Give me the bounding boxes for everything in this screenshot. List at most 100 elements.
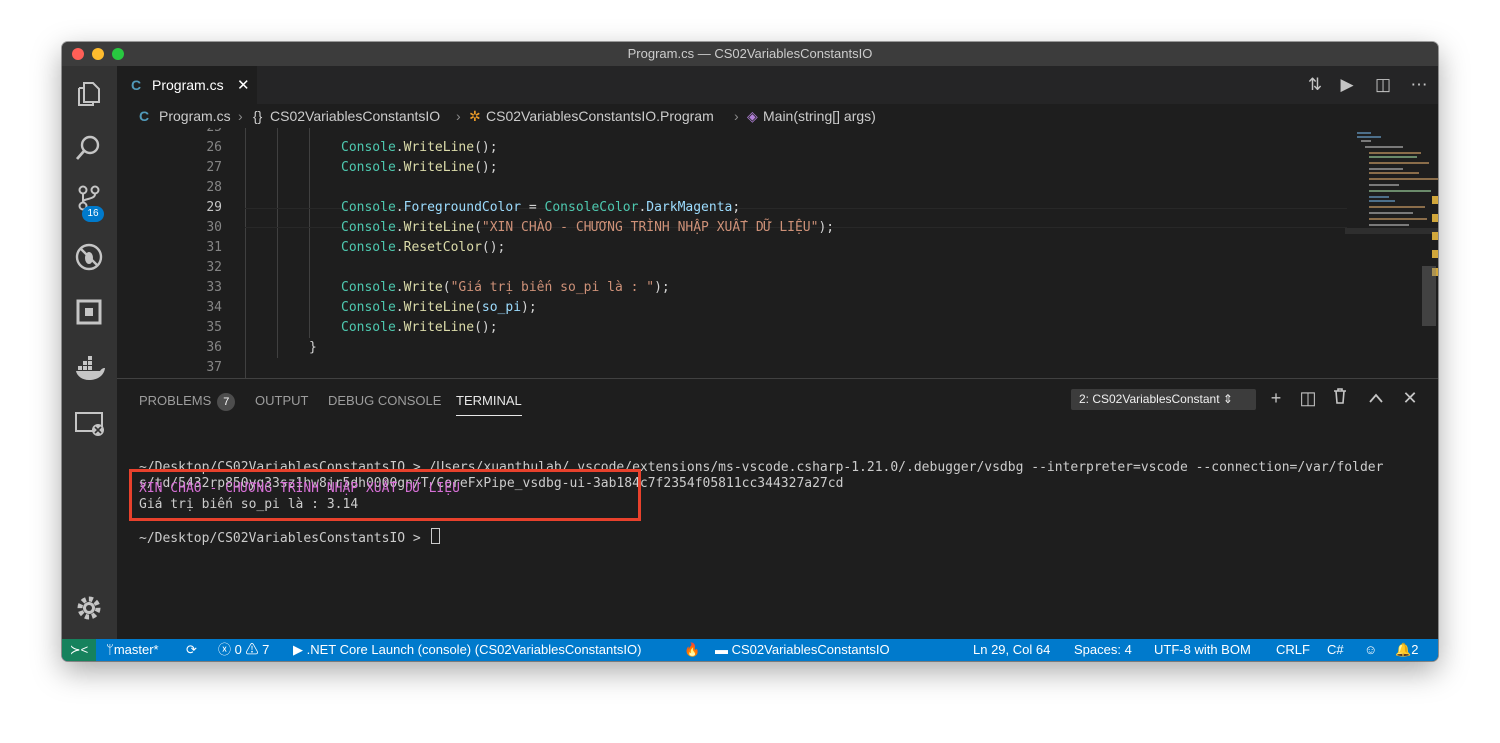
namespace-icon: {} [253,108,263,124]
more-actions-icon[interactable]: ⋯ [1408,75,1430,95]
line-number: 33 [206,280,222,295]
tab-close-icon[interactable]: ✕ [237,76,250,94]
feedback-smiley-icon[interactable]: ☺ [1364,639,1377,661]
status-bar: ≻< ᛘmaster* ⟳ ⓧ 0 ⚠ 7 ▶ .NET Core Launch… [62,639,1438,661]
code-token: . [395,320,404,335]
search-icon[interactable] [74,134,104,164]
code-token: ); [521,300,537,315]
code-line[interactable]: 28 [117,178,1347,198]
code-text: Console.ForegroundColor = ConsoleColor.D… [341,198,740,218]
docker-icon[interactable] [74,354,105,384]
close-panel-icon[interactable]: ✕ [1399,388,1421,409]
code-text: Console.WriteLine("XIN CHÀO - CHƯƠNG TRÌ… [341,218,834,238]
encoding[interactable]: UTF-8 with BOM [1154,639,1251,661]
code-token: Console [341,300,396,315]
tab-program-cs[interactable]: C Program.cs ✕ [117,66,257,104]
code-line[interactable]: 30 Console.WriteLine("XIN CHÀO - CHƯƠNG T… [117,218,1347,238]
code-token: Console [341,280,396,295]
code-token: so_pi [481,300,522,315]
extensions-icon[interactable] [74,298,104,328]
zoom-window-button[interactable] [112,48,124,60]
tab-output[interactable]: OUTPUT [255,393,308,408]
language-mode[interactable]: C# [1327,639,1344,661]
code-line[interactable]: 34 Console.WriteLine(so_pi); [117,298,1347,318]
minimize-window-button[interactable] [92,48,104,60]
breadcrumb-namespace[interactable]: CS02VariablesConstantsIO [270,104,440,128]
code-line[interactable]: 31 Console.ResetColor(); [117,238,1347,258]
tab-debug-console[interactable]: DEBUG CONSOLE [328,393,441,408]
project-folder[interactable]: ▬ CS02VariablesConstantsIO [715,639,890,661]
code-line[interactable]: 25 [117,128,1347,138]
tab-problems[interactable]: PROBLEMS 7 [139,393,236,411]
new-terminal-icon[interactable]: + [1265,388,1287,409]
sync-icon[interactable]: ⟳ [186,639,197,661]
title-bar: Program.cs — CS02VariablesConstantsIO [62,42,1438,66]
close-window-button[interactable] [72,48,84,60]
error-icon: ⓧ [218,642,232,657]
editor-area: C Program.cs ✕ ⇅ ▶ ◫ ⋯ C Program.cs › {}… [117,66,1438,378]
window-title: Program.cs — CS02VariablesConstantsIO [627,46,873,61]
breadcrumb-method[interactable]: Main(string[] args) [763,104,876,128]
editor-scrollbar[interactable] [1422,266,1436,326]
debug-icon[interactable] [74,242,104,272]
code-line[interactable]: 35 Console.WriteLine(); [117,318,1347,338]
git-branch-icon: ᛘ [106,642,114,657]
branch-item[interactable]: ᛘmaster* [106,639,159,661]
breadcrumb-class[interactable]: CS02VariablesConstantsIO.Program [486,104,714,128]
split-editor-icon[interactable]: ◫ [1372,75,1394,95]
code-token: ; [732,200,741,215]
play-circle-icon: ▶ [293,642,303,657]
chevron-right-icon: › [238,108,243,124]
csharp-file-icon: C [139,108,150,124]
settings-gear-icon[interactable] [74,594,104,624]
code-token: . [395,140,404,155]
chevron-right-icon: › [456,108,461,124]
code-text: Console.WriteLine(); [341,158,498,178]
code-token: ( [474,300,482,315]
code-line[interactable]: 33 Console.Write("Giá trị biến so_pi là :… [117,278,1347,298]
code-text: Console.WriteLine(); [341,138,498,158]
code-token: (); [474,140,498,155]
cursor-position[interactable]: Ln 29, Col 64 [973,639,1050,661]
chevron-right-icon: › [734,108,739,124]
code-editor[interactable]: 2526Console.WriteLine();27Console.WriteL… [117,128,1438,378]
bottom-panel: PROBLEMS 7 OUTPUT DEBUG CONSOLE TERMINAL … [117,378,1438,639]
indentation[interactable]: Spaces: 4 [1074,639,1132,661]
split-terminal-icon[interactable]: ◫ [1297,388,1319,409]
tab-terminal[interactable]: TERMINAL [456,393,522,416]
open-changes-icon[interactable]: ⇅ [1304,75,1326,95]
line-number: 35 [206,320,222,335]
breadcrumb-file[interactable]: Program.cs [159,104,231,128]
code-token: (); [474,160,498,175]
code-line[interactable]: 37 [117,358,1347,378]
run-icon[interactable]: ▶ [1336,75,1358,95]
tab-label: Program.cs [152,77,224,93]
kill-terminal-icon[interactable] [1329,388,1351,409]
code-line[interactable]: 27 Console.WriteLine(); [117,158,1347,178]
problems-status[interactable]: ⓧ 0 ⚠ 7 [218,639,269,661]
maximize-panel-icon[interactable] [1365,388,1387,409]
remote-indicator-icon[interactable]: ≻< [62,639,96,661]
flame-icon[interactable]: 🔥 [684,639,700,661]
scm-badge: 16 [82,206,104,222]
remote-explorer-icon[interactable] [74,410,104,440]
code-text: Console.WriteLine(); [341,318,498,338]
explorer-icon[interactable] [74,80,104,110]
terminal-selector[interactable]: 2: CS02VariablesConstant ⇕ [1071,389,1256,410]
breadcrumb: C Program.cs › {} CS02VariablesConstants… [117,104,1438,128]
code-line[interactable]: 26 Console.WriteLine(); [117,138,1347,158]
notifications[interactable]: 🔔2 [1395,639,1418,661]
code-token: (); [474,320,498,335]
minimap[interactable] [1345,128,1438,238]
code-token: ConsoleColor [544,200,639,215]
code-token: . [395,240,404,255]
code-token: ( [442,280,451,295]
line-number: 26 [206,140,222,155]
end-of-line[interactable]: CRLF [1276,639,1310,661]
line-number: 25 [157,128,222,138]
code-text: Console.ResetColor(); [341,238,505,258]
code-line[interactable]: 36} [117,338,1347,358]
launch-config[interactable]: ▶ .NET Core Launch (console) (CS02Variab… [293,639,641,661]
code-line[interactable]: 32 [117,258,1347,278]
code-line[interactable]: 29 Console.ForegroundColor = ConsoleColor… [117,198,1347,218]
